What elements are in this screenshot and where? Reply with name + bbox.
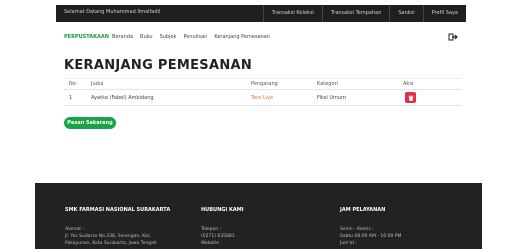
table-row: 1 Ayatka (Fabel) Ambidang Tere Liye Fiks… xyxy=(64,90,462,106)
top-link-profil[interactable]: Profil Saya xyxy=(422,5,466,22)
brand-logo[interactable]: PERPUSTAKAAN xyxy=(64,34,109,40)
footer-school-name: SMK FARMASI NASIONAL SURAKARTA xyxy=(65,207,171,213)
row-aksi xyxy=(398,90,462,105)
footer-hours-label: Senin - Kamis : xyxy=(340,227,374,232)
row-judul: Ayatka (Fabel) Ambidang xyxy=(91,94,154,101)
top-link-sanksi[interactable]: Sanksi xyxy=(389,5,422,22)
cart-table: No Judul Pengarang Kategori Aksi 1 Ayatk… xyxy=(64,78,462,106)
row-no: 1 xyxy=(69,94,73,101)
footer-hours-title: JAM PELAYANAN xyxy=(340,207,386,213)
pesan-sekarang-button[interactable]: Pesan Sekarang xyxy=(64,117,116,129)
footer-hours: Sabtu 08:00 AM - 16:00 PM xyxy=(340,234,402,239)
table-header: No Judul Pengarang Kategori Aksi xyxy=(64,78,462,90)
top-bar-inner: Selamat Datang Muhammad Ilmalfadil Trans… xyxy=(56,5,466,22)
main-navbar: PERPUSTAKAAN Beranda Buku Subjek Penulis… xyxy=(56,30,466,46)
footer-contact-title: HUBUNGI KAMI xyxy=(201,207,244,213)
header-aksi: Aksi xyxy=(403,81,414,87)
footer-phone-label: Telepon : xyxy=(201,227,222,232)
footer-hours-label2: Jum'at : xyxy=(340,241,358,246)
footer: SMK FARMASI NASIONAL SURAKARTA Alamat : … xyxy=(35,183,482,249)
footer-address-label: Alamat : xyxy=(65,227,84,232)
header-no: No xyxy=(69,81,76,87)
row-pengarang: Tere Liye xyxy=(251,94,274,101)
top-link-transaksi-koleksi[interactable]: Transaksi Koleksi xyxy=(262,5,322,22)
footer-address-line2: Pakayunan, Kota Surakarta, Jawa Tengah xyxy=(65,241,157,246)
nav-penulisan[interactable]: Penulisan xyxy=(183,34,207,40)
header-kategori: Kategori xyxy=(317,81,338,87)
nav-beranda[interactable]: Beranda xyxy=(112,34,133,40)
trash-icon xyxy=(408,95,413,101)
nav-buku[interactable]: Buku xyxy=(140,34,153,40)
nav-keranjang[interactable]: Keranjang Pemesanan xyxy=(214,34,270,40)
delete-button[interactable] xyxy=(405,92,416,103)
header-judul: Judul xyxy=(91,81,104,87)
footer-website-label: Website : xyxy=(201,241,222,246)
footer-address-line1: Jl. Yos Sudarso No.338, Serengan, Kec. xyxy=(65,234,152,239)
header-pengarang: Pengarang xyxy=(251,81,278,87)
row-kategori: Fiksi Umum xyxy=(317,94,346,101)
nav-subjek[interactable]: Subjek xyxy=(160,34,177,40)
logout-icon[interactable] xyxy=(448,32,458,42)
page-title: KERANJANG PEMESANAN xyxy=(64,58,253,73)
nav-menu: Beranda Buku Subjek Penulisan Keranjang … xyxy=(112,34,270,40)
footer-phone[interactable]: (0271) 635883 xyxy=(201,234,235,240)
top-bar: Selamat Datang Muhammad Ilmalfadil Trans… xyxy=(0,0,516,30)
top-link-transaksi-tempahan[interactable]: Transaksi Tempahan xyxy=(321,5,390,22)
welcome-text: Selamat Datang Muhammad Ilmalfadil xyxy=(64,9,161,15)
top-links: Transaksi Koleksi Transaksi Tempahan San… xyxy=(262,5,466,22)
